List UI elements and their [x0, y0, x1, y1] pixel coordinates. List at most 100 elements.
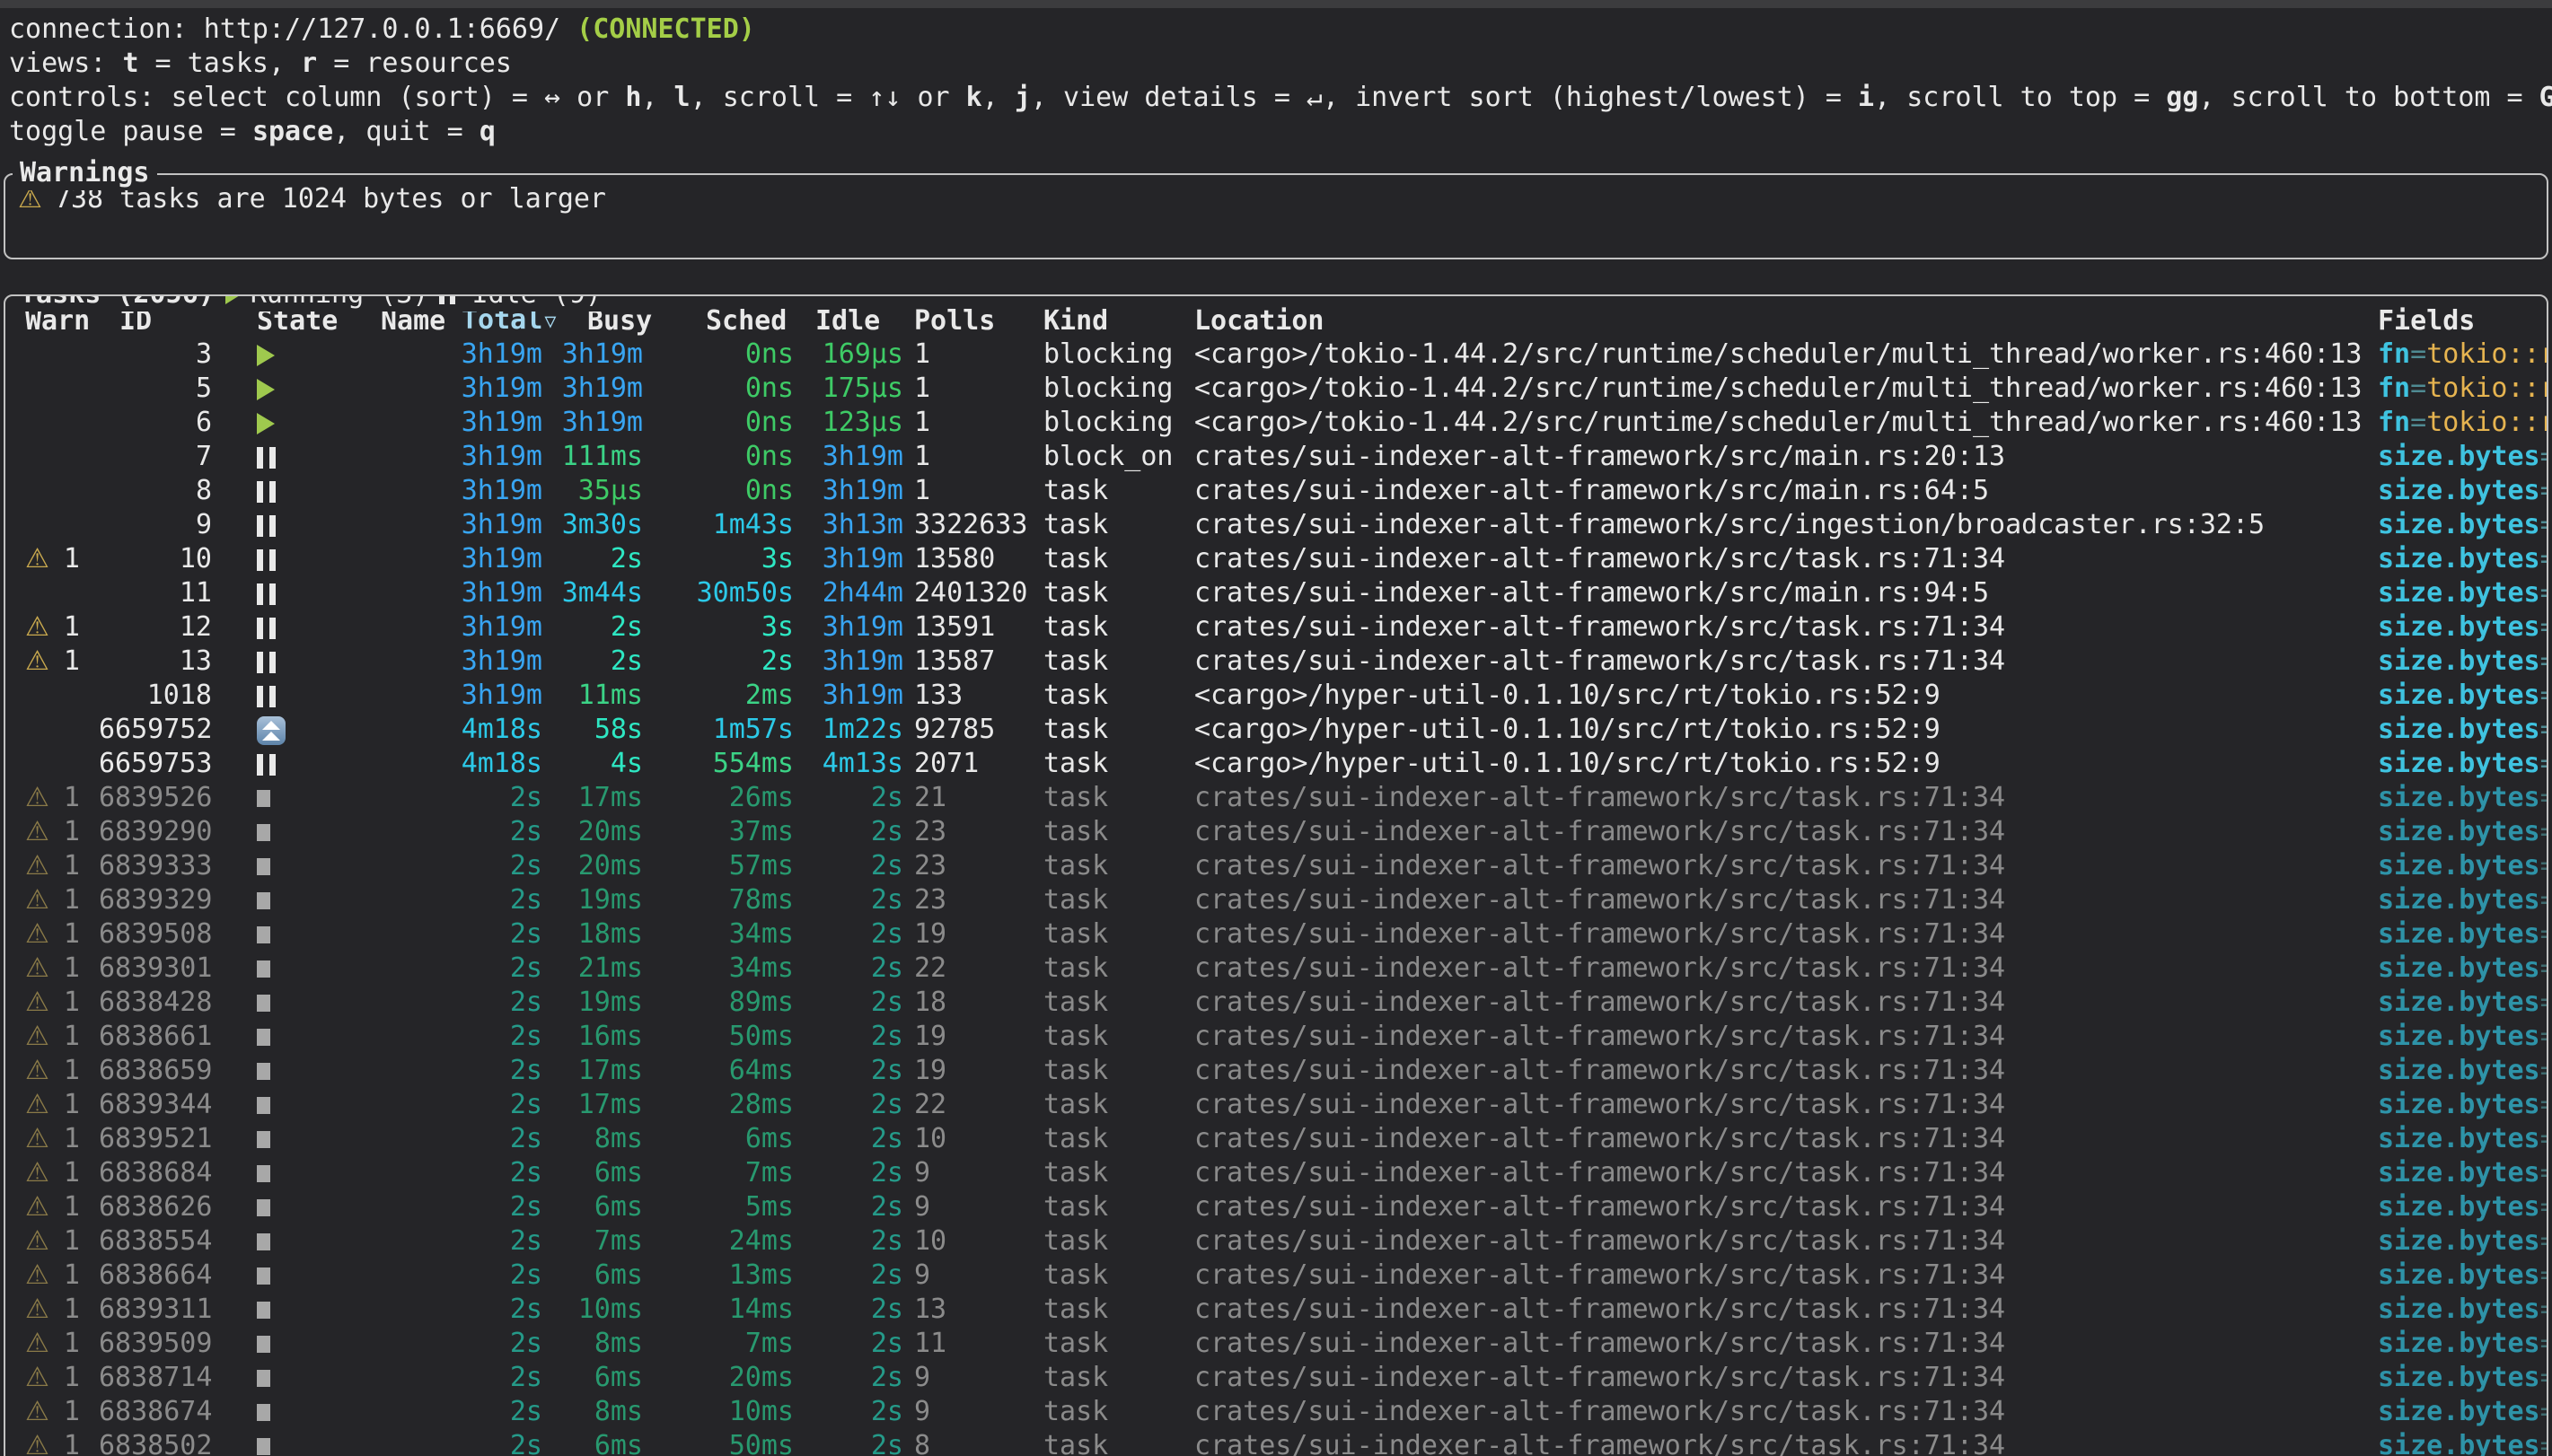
field-separator: =: [2540, 1089, 2547, 1120]
state-idle-icon: [212, 610, 338, 645]
task-id: 6838502: [99, 1429, 212, 1456]
task-row[interactable]: ⚠168385542s7ms24ms2s10taskcrates/sui-ind…: [5, 1224, 2547, 1259]
task-kind: task: [1036, 1224, 1184, 1259]
task-row[interactable]: 66597524m18s58s1m57s1m22s92785task<cargo…: [5, 713, 2547, 747]
task-row[interactable]: ⚠168385022s6ms50ms2s8taskcrates/sui-inde…: [5, 1429, 2547, 1456]
column-header-location[interactable]: Location: [1184, 304, 2367, 338]
task-id: 6839311: [99, 1293, 212, 1327]
task-fields: size.bytes=: [2367, 474, 2547, 508]
task-row[interactable]: ⚠168393012s21ms34ms2s22taskcrates/sui-in…: [5, 952, 2547, 986]
task-id: 6839290: [99, 815, 212, 849]
total-duration: 2s: [420, 1395, 544, 1429]
task-row[interactable]: 10183h19m11ms2ms3h19m133task<cargo>/hype…: [5, 679, 2547, 713]
warn-cell: ⚠1: [5, 1020, 99, 1054]
sched-duration: 3s: [645, 610, 796, 645]
task-row[interactable]: ⚠168395092s8ms7ms2s11taskcrates/sui-inde…: [5, 1327, 2547, 1361]
window-edge: [0, 0, 2552, 8]
task-row[interactable]: ⚠168386612s16ms50ms2s19taskcrates/sui-in…: [5, 1020, 2547, 1054]
warn-count: 1: [64, 610, 80, 645]
task-row[interactable]: ⚠168392902s20ms37ms2s23taskcrates/sui-in…: [5, 815, 2547, 849]
polls-count: 19: [905, 1054, 1036, 1088]
column-header-fields[interactable]: Fields: [2367, 304, 2547, 338]
task-fields: size.bytes=: [2367, 1190, 2547, 1224]
field-key: size.bytes: [2378, 1294, 2540, 1325]
sched-duration: 50ms: [645, 1020, 796, 1054]
polls-count: 9: [905, 1190, 1036, 1224]
idle-duration: 3h19m: [796, 474, 905, 508]
busy-duration: 6ms: [544, 1259, 645, 1293]
field-key: size.bytes: [2378, 1089, 2540, 1120]
task-row[interactable]: ⚠168395262s17ms26ms2s21taskcrates/sui-in…: [5, 781, 2547, 815]
state-completed-icon: [212, 1122, 338, 1156]
task-row[interactable]: 63h19m3h19m0ns123µs1blocking<cargo>/toki…: [5, 406, 2547, 440]
task-id: 5: [99, 372, 212, 406]
busy-duration: 21ms: [544, 952, 645, 986]
task-row[interactable]: ⚠168393112s10ms14ms2s13taskcrates/sui-in…: [5, 1293, 2547, 1327]
column-header-sched[interactable]: Sched: [645, 304, 796, 338]
task-row[interactable]: ⚠168386642s6ms13ms2s9taskcrates/sui-inde…: [5, 1259, 2547, 1293]
task-row[interactable]: ⚠168395212s8ms6ms2s10taskcrates/sui-inde…: [5, 1122, 2547, 1156]
task-row[interactable]: ⚠168393292s19ms78ms2s23taskcrates/sui-in…: [5, 883, 2547, 917]
polls-count: 11: [905, 1327, 1036, 1361]
task-row[interactable]: ⚠168387142s6ms20ms2s9taskcrates/sui-inde…: [5, 1361, 2547, 1395]
column-header-idle[interactable]: Idle: [796, 304, 905, 338]
state-running-icon: [212, 338, 338, 372]
polls-count: 19: [905, 1020, 1036, 1054]
total-duration: 3h19m: [420, 338, 544, 372]
busy-duration: 2s: [544, 610, 645, 645]
field-key: fn: [2378, 338, 2410, 370]
task-fields: size.bytes=: [2367, 1327, 2547, 1361]
task-row[interactable]: 73h19m111ms0ns3h19m1block_oncrates/sui-i…: [5, 440, 2547, 474]
task-row[interactable]: ⚠168393332s20ms57ms2s23taskcrates/sui-in…: [5, 849, 2547, 883]
task-row[interactable]: 33h19m3h19m0ns169µs1blocking<cargo>/toki…: [5, 338, 2547, 372]
field-separator: =: [2540, 1259, 2547, 1291]
warn-count: 1: [64, 1293, 80, 1327]
task-row[interactable]: ⚠168386262s6ms5ms2s9taskcrates/sui-index…: [5, 1190, 2547, 1224]
warn-count: 1: [64, 542, 80, 576]
task-row[interactable]: ⚠1103h19m2s3s3h19m13580taskcrates/sui-in…: [5, 542, 2547, 576]
task-row[interactable]: ⚠168386742s8ms10ms2s9taskcrates/sui-inde…: [5, 1395, 2547, 1429]
idle-duration: 3h19m: [796, 440, 905, 474]
busy-duration: 11ms: [544, 679, 645, 713]
warn-count: 1: [64, 781, 80, 815]
warn-cell: ⚠1: [5, 815, 99, 849]
task-row[interactable]: 83h19m35µs0ns3h19m1taskcrates/sui-indexe…: [5, 474, 2547, 508]
task-row[interactable]: ⚠168386592s17ms64ms2s19taskcrates/sui-in…: [5, 1054, 2547, 1088]
task-kind: task: [1036, 1122, 1184, 1156]
task-row[interactable]: ⚠168393442s17ms28ms2s22taskcrates/sui-in…: [5, 1088, 2547, 1122]
task-fields: size.bytes=: [2367, 713, 2547, 747]
column-header-kind[interactable]: Kind: [1036, 304, 1184, 338]
state-idle-icon: [212, 747, 338, 781]
state-completed-icon: [212, 1020, 338, 1054]
task-id: 12: [99, 610, 212, 645]
column-header-polls[interactable]: Polls: [905, 304, 1036, 338]
polls-count: 18: [905, 986, 1036, 1020]
task-row[interactable]: ⚠168384282s19ms89ms2s18taskcrates/sui-in…: [5, 986, 2547, 1020]
task-row[interactable]: 66597534m18s4s554ms4m13s2071task<cargo>/…: [5, 747, 2547, 781]
field-separator: =: [2540, 475, 2547, 506]
task-row[interactable]: ⚠1133h19m2s2s3h19m13587taskcrates/sui-in…: [5, 645, 2547, 679]
warning-icon: ⚠: [25, 781, 49, 815]
task-row[interactable]: 113h19m3m44s30m50s2h44m2401320taskcrates…: [5, 576, 2547, 610]
state-completed-icon: [212, 1054, 338, 1088]
field-separator: =: [2540, 1021, 2547, 1052]
sched-duration: 14ms: [645, 1293, 796, 1327]
total-duration: 4m18s: [420, 713, 544, 747]
task-row[interactable]: ⚠1123h19m2s3s3h19m13591taskcrates/sui-in…: [5, 610, 2547, 645]
task-row[interactable]: 53h19m3h19m0ns175µs1blocking<cargo>/toki…: [5, 372, 2547, 406]
total-duration: 2s: [420, 1020, 544, 1054]
sched-duration: 2s: [645, 645, 796, 679]
warning-icon: ⚠: [25, 815, 49, 849]
task-id: 6838714: [99, 1361, 212, 1395]
task-location: crates/sui-indexer-alt-framework/src/tas…: [1184, 1190, 2367, 1224]
running-state-icon: [225, 294, 240, 311]
task-row[interactable]: ⚠168395082s18ms34ms2s19taskcrates/sui-in…: [5, 917, 2547, 952]
task-row[interactable]: ⚠168386842s6ms7ms2s9taskcrates/sui-index…: [5, 1156, 2547, 1190]
task-location: <cargo>/tokio-1.44.2/src/runtime/schedul…: [1184, 338, 2367, 372]
task-fields: size.bytes=: [2367, 1361, 2547, 1395]
state-completed-icon: [212, 1156, 338, 1190]
task-location: crates/sui-indexer-alt-framework/src/tas…: [1184, 917, 2367, 952]
task-fields: fn=tokio::r: [2367, 372, 2547, 406]
idle-duration: 2s: [796, 1156, 905, 1190]
task-row[interactable]: 93h19m3m30s1m43s3h13m3322633taskcrates/s…: [5, 508, 2547, 542]
